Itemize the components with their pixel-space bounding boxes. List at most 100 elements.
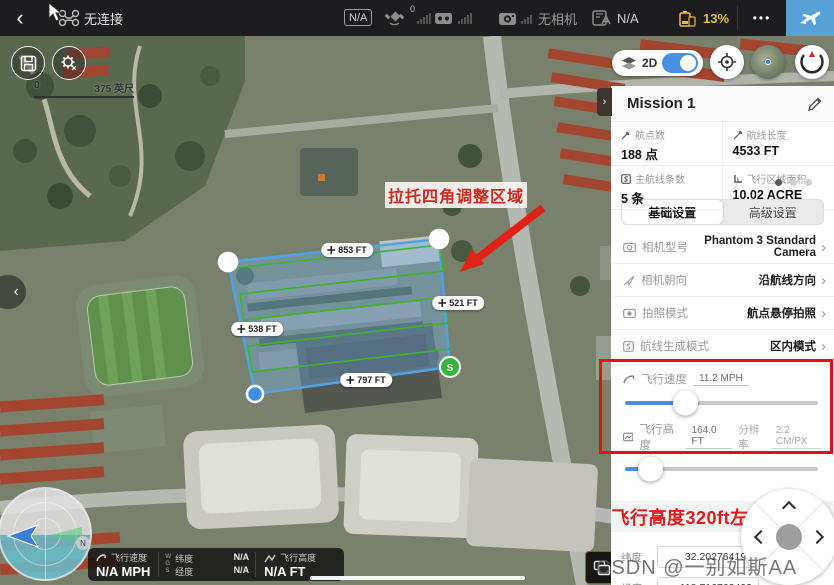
app-screen: S 853 FT 521 FT 538 FT 797 FT 拉托四角调整区域 <box>0 0 834 585</box>
chevron-right-icon: › <box>821 239 826 256</box>
airplane-icon <box>798 8 822 28</box>
attitude-compass[interactable] <box>0 487 92 581</box>
move-icon <box>237 325 245 333</box>
nudge-left-button[interactable] <box>754 530 768 544</box>
gps-satellite-icon <box>384 0 404 36</box>
speed-icon <box>623 374 635 384</box>
mission-settings-button[interactable] <box>52 46 86 80</box>
corner-handle[interactable] <box>429 229 450 250</box>
edge-length-text: 797 FT <box>357 375 386 385</box>
annotation-arrow <box>460 208 543 272</box>
altitude-slider-knob[interactable] <box>638 457 663 482</box>
camera-status: 无相机 <box>538 0 577 36</box>
back-button[interactable]: ‹ <box>6 0 34 36</box>
speed-icon <box>96 553 107 563</box>
camera-icon <box>623 242 636 252</box>
resolution-label: 分辨率 <box>738 422 765 452</box>
speed-value: N/A MPH <box>96 564 150 579</box>
setting-value: 沿航线方向 <box>687 272 816 288</box>
edge-length-label-left[interactable]: 538 FT <box>231 322 283 336</box>
panel-collapse-tab[interactable]: › <box>597 88 612 116</box>
area-icon <box>733 174 743 184</box>
edge-length-label-bottom[interactable]: 797 FT <box>340 373 392 387</box>
corner-handle[interactable] <box>218 252 239 273</box>
speed-slider-knob[interactable] <box>673 391 698 416</box>
dpad-center-button[interactable] <box>776 524 802 550</box>
flight-sliders-section: 飞行速度 11.2 MPH 飞行高度 164.0 FT 分辨率 2.2 CM/P… <box>611 363 834 493</box>
edge-length-text: 853 FT <box>338 245 367 255</box>
start-point-marker[interactable]: S <box>440 357 460 377</box>
edge-length-label-top[interactable]: 853 FT <box>321 243 373 257</box>
altitude-slider-label: 飞行高度 <box>639 421 679 453</box>
gps-count: 0 <box>410 4 415 14</box>
setting-photo-mode[interactable]: 拍照模式 航点悬停拍照 › <box>611 297 834 330</box>
setting-value: 航点悬停拍照 <box>688 305 816 321</box>
status-bar: ‹ 无连接 N/A 0 <box>0 0 834 36</box>
edit-pencil-icon[interactable] <box>808 97 822 111</box>
2d-mode-toggle[interactable] <box>662 53 698 73</box>
mission-title: Mission 1 <box>627 95 808 112</box>
stats-page-dots[interactable] <box>775 179 812 186</box>
photo-mode-icon <box>623 308 636 318</box>
mission-header: Mission 1 <box>611 86 834 122</box>
scale-distance-label: 375 英尺 <box>95 80 134 95</box>
stat-value: 4533 FT <box>733 144 827 158</box>
map-scale: 0 375 英尺 <box>34 80 134 98</box>
edge-length-text: 521 FT <box>449 298 478 308</box>
connection-status: 无连接 <box>84 0 123 36</box>
chevron-right-icon: › <box>603 96 607 108</box>
locate-me-button[interactable] <box>710 45 744 79</box>
wgs-letter: G <box>165 561 171 568</box>
flight-mode-icon <box>592 0 612 36</box>
stat-label: 航点数 <box>635 127 665 142</box>
telemetry-bar: 飞行速度 N/A MPH W G S 纬度N/A 经度N/A <box>88 548 344 581</box>
stat-value: 5 条 <box>621 188 714 207</box>
lng-value: N/A <box>234 565 250 578</box>
takeoff-button[interactable] <box>786 0 834 36</box>
stat-label: 航线长度 <box>747 127 787 142</box>
nudge-right-button[interactable] <box>810 530 824 544</box>
map-mode-control[interactable]: 2D <box>612 50 703 76</box>
drag-corners-annotation: 拉托四角调整区域 <box>385 182 527 208</box>
lat-label: 纬度 <box>175 552 193 565</box>
s-route-icon <box>621 174 631 184</box>
chevron-right-icon: › <box>821 338 826 355</box>
setting-camera-heading[interactable]: 相机朝向 沿航线方向 › <box>611 264 834 297</box>
map-mode-label: 2D <box>642 56 657 70</box>
altitude-label: 飞行高度 <box>280 551 316 564</box>
stat-main-lines: 主航线条数 5 条 <box>611 166 723 210</box>
setting-label: 相机朝向 <box>641 272 687 288</box>
route-mode-icon <box>623 341 634 352</box>
mission-stats: 航点数 188 点 航线长度 4533 FT 主航线条数 5 条 飞行区域面积 … <box>611 122 834 192</box>
setting-camera-model[interactable]: 相机型号 Phantom 3 Standard Camera › <box>611 231 834 264</box>
setting-route-mode[interactable]: 航线生成模式 区内模式 › <box>611 330 834 363</box>
corner-handle-selected[interactable] <box>247 386 263 402</box>
minimap-button[interactable] <box>751 45 785 79</box>
more-menu-button[interactable]: ••• <box>745 0 779 36</box>
nudge-up-button[interactable] <box>782 501 796 515</box>
speed-label: 飞行速度 <box>111 551 147 564</box>
speed-slider-row: 飞行速度 11.2 MPH <box>623 371 822 405</box>
resolution-value: 2.2 CM/PX <box>772 425 822 449</box>
setting-label: 航线生成模式 <box>640 338 709 354</box>
speed-slider[interactable] <box>625 401 818 405</box>
compass-reset-button[interactable] <box>795 45 829 79</box>
home-indicator[interactable] <box>310 576 525 580</box>
stat-label: 主航线条数 <box>635 171 685 186</box>
speed-value-field[interactable]: 11.2 MPH <box>693 373 749 386</box>
altitude-value-field[interactable]: 164.0 FT <box>686 425 733 449</box>
altitude-slider[interactable] <box>625 467 818 471</box>
edge-length-label-right[interactable]: 521 FT <box>432 296 484 310</box>
mission-panel: Mission 1 航点数 188 点 航线长度 4533 FT 主航线条数 5… <box>611 86 834 585</box>
save-mission-button[interactable] <box>11 46 45 80</box>
battery-percent: 13% <box>703 0 729 36</box>
speed-slider-label: 飞行速度 <box>641 371 687 387</box>
setting-value: 区内模式 <box>709 338 816 354</box>
lng-label: 经度 <box>175 565 193 578</box>
altitude-res-icon <box>623 432 633 442</box>
waypoint-icon <box>621 130 631 140</box>
gps-signal-bars <box>417 0 431 36</box>
move-icon <box>438 299 446 307</box>
rc-signal-bars <box>458 0 472 36</box>
chevron-left-icon: ‹ <box>16 5 23 31</box>
